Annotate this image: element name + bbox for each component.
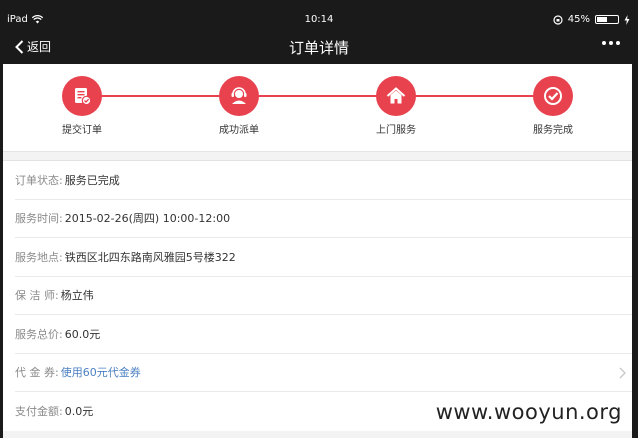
home-icon <box>376 76 416 116</box>
rotation-lock-icon <box>553 14 563 25</box>
detail-key: 服务时间: <box>15 212 63 226</box>
step-dispatched: 成功派单 <box>199 76 279 136</box>
more-button[interactable] <box>602 41 620 45</box>
app-frame: iPad 10:14 45% 返回 订单详情 提交订单 成功派单 上门服务 服务… <box>0 0 638 438</box>
status-right: 45% <box>553 14 630 25</box>
step-submit-order: 提交订单 <box>42 76 122 136</box>
detail-row-total-price: 服务总价: 60.0元 <box>15 315 632 354</box>
agent-headset-icon <box>219 76 259 116</box>
step-onsite-service: 上门服务 <box>356 76 436 136</box>
step-label: 成功派单 <box>219 125 259 136</box>
more-dots-icon <box>602 41 606 45</box>
detail-value: 铁西区北四东路南风雅园5号楼322 <box>64 250 236 264</box>
detail-row-address: 服务地点: 铁西区北四东路南风雅园5号楼322 <box>15 238 632 277</box>
detail-key: 服务地点: <box>15 250 63 264</box>
detail-value: 服务已完成 <box>64 173 120 187</box>
detail-value: 60.0元 <box>64 327 101 341</box>
step-label: 提交订单 <box>62 125 102 136</box>
charging-icon <box>624 14 630 25</box>
detail-row-cleaner: 保 洁 师: 杨立伟 <box>15 277 632 315</box>
detail-value: 杨立伟 <box>60 289 94 303</box>
watermark-text: www.wooyun.org <box>435 400 622 424</box>
detail-key: 订单状态: <box>15 173 63 187</box>
detail-row-status: 订单状态: 服务已完成 <box>15 161 632 200</box>
step-label: 服务完成 <box>533 125 573 136</box>
order-submit-icon <box>62 76 102 116</box>
page-title: 订单详情 <box>288 39 349 57</box>
order-progress: 提交订单 成功派单 上门服务 服务完成 <box>3 64 632 152</box>
detail-key: 支付金额: <box>15 405 63 419</box>
detail-key: 保 洁 师: <box>15 289 59 303</box>
step-label: 上门服务 <box>376 125 416 136</box>
voucher-link[interactable]: 使用60元代金券 <box>61 364 141 380</box>
step-service-complete: 服务完成 <box>513 76 593 136</box>
detail-key: 代 金 券: <box>15 366 59 380</box>
battery-icon <box>595 15 619 24</box>
detail-row-voucher[interactable]: 代 金 券: 使用60元代金券 <box>15 354 632 392</box>
detail-key: 服务总价: <box>15 327 63 341</box>
order-detail-list: 订单状态: 服务已完成 服务时间: 2015-02-26(周四) 10:00-1… <box>3 160 632 431</box>
chevron-right-icon <box>619 367 626 378</box>
nav-bar: 返回 订单详情 <box>0 30 638 64</box>
detail-value: 0.0元 <box>64 405 94 419</box>
status-bar: iPad 10:14 45% <box>0 10 638 30</box>
check-icon <box>533 76 573 116</box>
battery-percent: 45% <box>567 14 590 25</box>
clock: 10:14 <box>304 14 334 25</box>
order-detail-content: 提交订单 成功派单 上门服务 服务完成 订单状态: 服务已完成 服务时间: 20… <box>3 64 632 438</box>
detail-value: 2015-02-26(周四) 10:00-12:00 <box>64 212 231 226</box>
detail-row-time: 服务时间: 2015-02-26(周四) 10:00-12:00 <box>15 200 632 238</box>
progress-line <box>83 95 553 97</box>
